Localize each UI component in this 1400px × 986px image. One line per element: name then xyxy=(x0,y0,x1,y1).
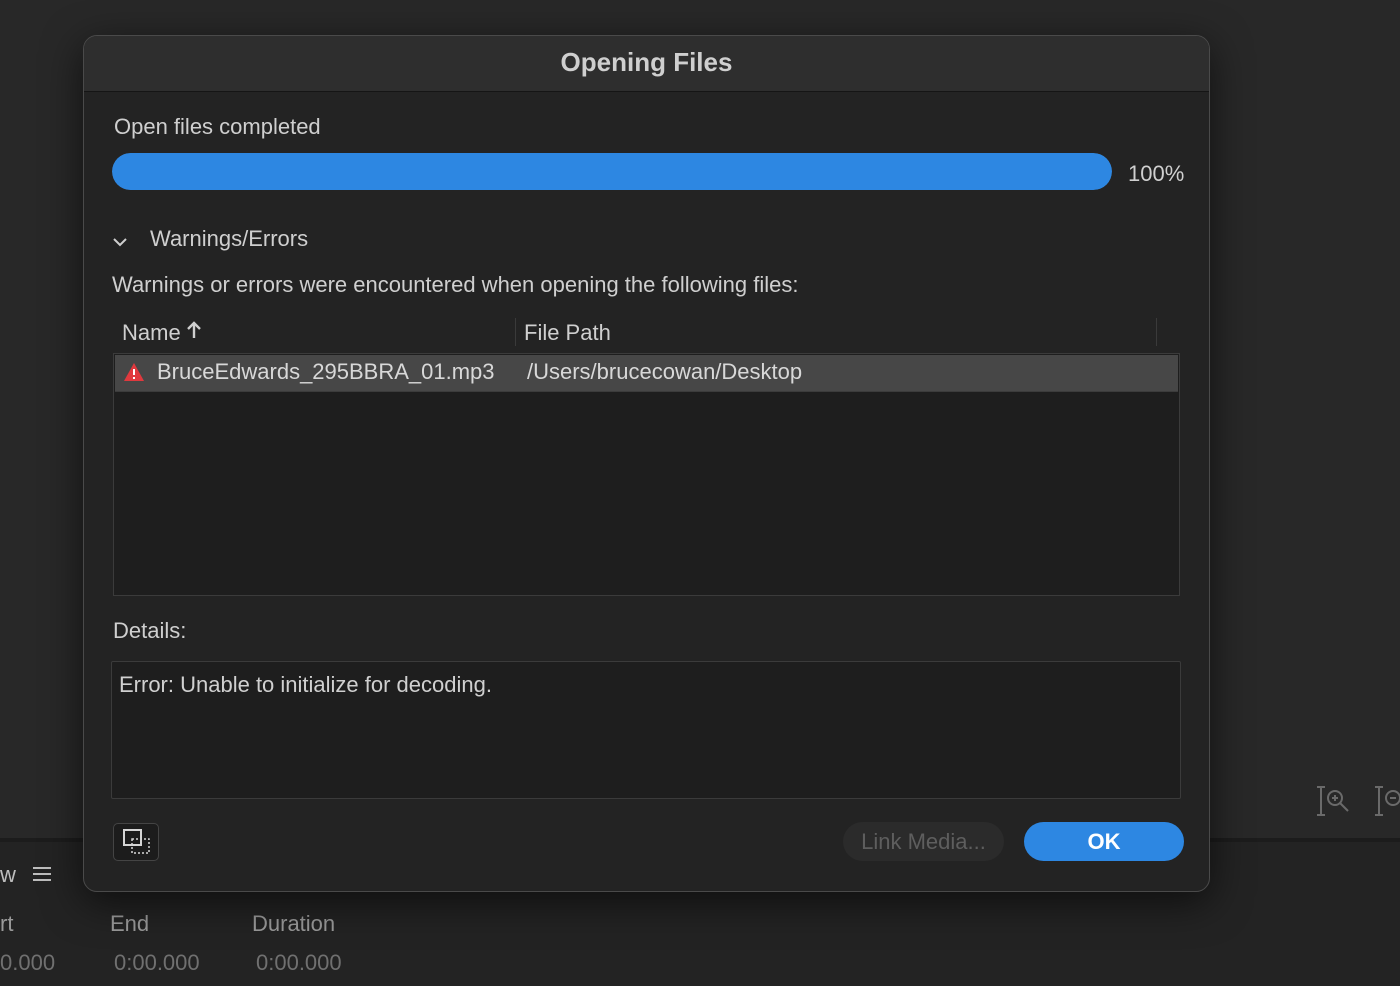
warning-message: Warnings or errors were encountered when… xyxy=(112,272,799,297)
column-header-path[interactable]: File Path xyxy=(524,320,611,346)
details-text: Error: Unable to initialize for decoding… xyxy=(119,672,492,697)
opening-files-dialog: Opening Files Open files completed 100% … xyxy=(83,35,1210,892)
column-name-label: Name xyxy=(122,320,181,345)
select-region-button[interactable] xyxy=(113,823,159,861)
start-value: 0.000 xyxy=(0,950,56,975)
column-separator xyxy=(515,318,516,346)
zoom-vertical-in-icon[interactable] xyxy=(1316,784,1352,823)
arrow-up-icon xyxy=(186,321,202,344)
end-value: 0:00.000 xyxy=(114,950,200,975)
dialog-title: Opening Files xyxy=(84,36,1209,92)
link-media-button[interactable]: Link Media... xyxy=(843,822,1004,861)
panel-title-fragment: w xyxy=(0,862,16,887)
file-path: /Users/brucecowan/Desktop xyxy=(527,359,803,384)
duration-value: 0:00.000 xyxy=(256,950,342,975)
select-region-icon xyxy=(123,829,151,860)
progress-percent: 100% xyxy=(1128,161,1185,186)
column-duration-header: Duration xyxy=(252,911,336,936)
ok-button[interactable]: OK xyxy=(1024,822,1184,861)
progress-fill xyxy=(112,153,1112,190)
column-end-header: End xyxy=(110,911,150,936)
file-name: BruceEdwards_295BBRA_01.mp3 xyxy=(157,359,495,384)
chevron-down-icon[interactable] xyxy=(111,234,129,250)
column-start-header: rt xyxy=(0,911,14,936)
details-label: Details: xyxy=(113,618,187,643)
hamburger-icon[interactable] xyxy=(33,866,51,887)
warning-triangle-icon xyxy=(123,362,145,382)
zoom-vertical-out-icon[interactable] xyxy=(1374,784,1400,823)
status-text: Open files completed xyxy=(114,114,321,139)
section-title: Warnings/Errors xyxy=(150,226,309,251)
files-table: BruceEdwards_295BBRA_01.mp3 /Users/bruce… xyxy=(113,353,1180,596)
column-separator xyxy=(1156,318,1157,346)
table-row[interactable]: BruceEdwards_295BBRA_01.mp3 /Users/bruce… xyxy=(115,355,1178,392)
details-box[interactable]: Error: Unable to initialize for decoding… xyxy=(111,661,1181,799)
progress-bar xyxy=(112,153,1112,190)
